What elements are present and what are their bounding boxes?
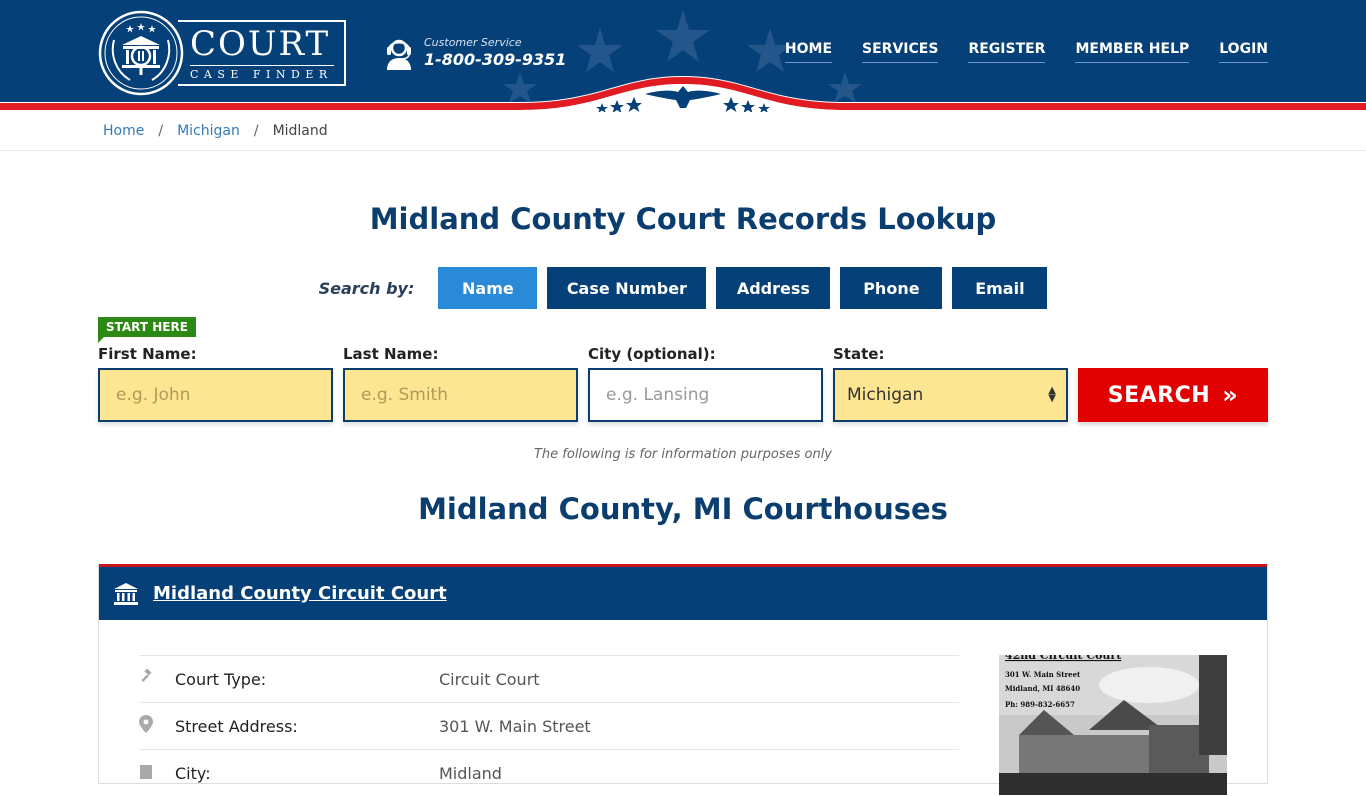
first-name-input[interactable]: e.g. John [98,368,333,422]
courthouse-emblem-icon [98,10,184,96]
logo-court-text: COURT [190,24,331,64]
court-name-link[interactable]: Midland County Circuit Court [153,583,447,604]
nav-services[interactable]: SERVICES [862,41,939,63]
last-name-input[interactable]: e.g. Smith [343,368,578,422]
map-pin-icon [139,715,175,737]
disclaimer: The following is for information purpose… [533,447,833,462]
headset-icon [387,39,411,70]
detail-row: Court Type: Circuit Court [139,655,959,702]
breadcrumb-separator: / [253,123,259,139]
state-select-value: Michigan [847,385,924,405]
detail-row: Street Address: 301 W. Main Street [139,702,959,749]
city-input[interactable]: e.g. Lansing [588,368,823,422]
nav-home[interactable]: HOME [784,41,833,63]
photo-caption-line: 301 W. Main Street [1005,670,1081,679]
logo-wordmark: COURT CASE FINDER [178,20,346,86]
breadcrumb-separator: / [158,123,164,139]
court-type-label: Court Type: [175,669,267,689]
customer-service-label: Customer Service [424,36,522,49]
court-details: Court Type: Circuit Court Street Address… [139,655,959,796]
tab-address[interactable]: Address [716,267,831,309]
court-card: Midland County Circuit Court Court Type:… [98,564,1268,795]
select-arrows-icon: ▲ ▼ [1048,385,1056,404]
court-case-finder-logo[interactable]: COURT CASE FINDER [98,10,348,96]
tab-phone[interactable]: Phone [840,267,943,309]
double-chevron-right-icon: » [1222,381,1239,409]
breadcrumb: Home / Michigan / Midland [0,112,1366,151]
courthouse-icon [114,582,138,605]
photo-caption-title: 42nd Circuit Court [1005,655,1122,662]
photo-caption-line: Ph: 989-832-6657 [1005,700,1075,709]
court-card-header: Midland County Circuit Court [99,564,1267,620]
tab-email[interactable]: Email [952,267,1048,309]
city-label: City (optional): [588,345,716,363]
photo-caption-line: Midland, MI 48640 [1005,684,1080,693]
logo-divider [190,65,334,66]
nav-member-help[interactable]: MEMBER HELP [1075,41,1190,63]
first-name-label: First Name: [98,345,197,363]
courthouse-photo: 42nd Circuit Court 301 W. Main Street Mi… [999,655,1227,795]
breadcrumb-home[interactable]: Home [103,123,144,139]
nav-register[interactable]: REGISTER [968,41,1046,63]
city-label-detail: City: [175,763,211,783]
tab-case-number[interactable]: Case Number [547,267,707,309]
logo-tagline: CASE FINDER [190,68,333,81]
state-label: State: [833,345,885,363]
detail-row: City: Midland [139,749,959,796]
nav-login[interactable]: LOGIN [1219,41,1268,63]
search-button-label: SEARCH [1107,382,1211,408]
main-nav: HOME SERVICES REGISTER MEMBER HELP LOGIN [755,41,1268,63]
breadcrumb-michigan[interactable]: Michigan [177,123,240,139]
street-address-value: 301 W. Main Street [439,716,591,736]
search-button[interactable]: SEARCH » [1078,368,1268,422]
customer-service-phone[interactable]: 1-800-309-9351 [424,50,566,69]
courthouse-photo-image: 42nd Circuit Court 301 W. Main Street Mi… [999,655,1227,795]
city-icon [139,763,175,783]
state-select[interactable]: Michigan ▲ ▼ [833,368,1068,422]
breadcrumb-current: Midland [272,123,328,139]
city-group: City (optional): e.g. Lansing [588,344,823,422]
city-value: Midland [439,763,502,783]
court-type-value: Circuit Court [439,669,540,689]
start-here-badge: START HERE [98,317,196,343]
courthouses-title: Midland County, MI Courthouses [418,492,948,526]
last-name-group: Last Name: e.g. Smith [343,344,578,422]
state-group: State: Michigan ▲ ▼ [833,344,1068,422]
search-form: START HERE First Name: e.g. John Last Na… [0,309,1366,469]
first-name-group: First Name: e.g. John [98,344,333,422]
search-by-label: Search by: [318,278,415,298]
search-by-tabs: Search by: Name Case Number Address Phon… [0,267,1366,309]
last-name-label: Last Name: [343,345,439,363]
site-header: COURT CASE FINDER Customer Service 1-800… [0,0,1366,112]
page-title: Midland County Court Records Lookup [369,202,997,236]
street-address-label: Street Address: [175,716,298,736]
gavel-icon [139,668,175,689]
tab-name[interactable]: Name [438,267,538,309]
